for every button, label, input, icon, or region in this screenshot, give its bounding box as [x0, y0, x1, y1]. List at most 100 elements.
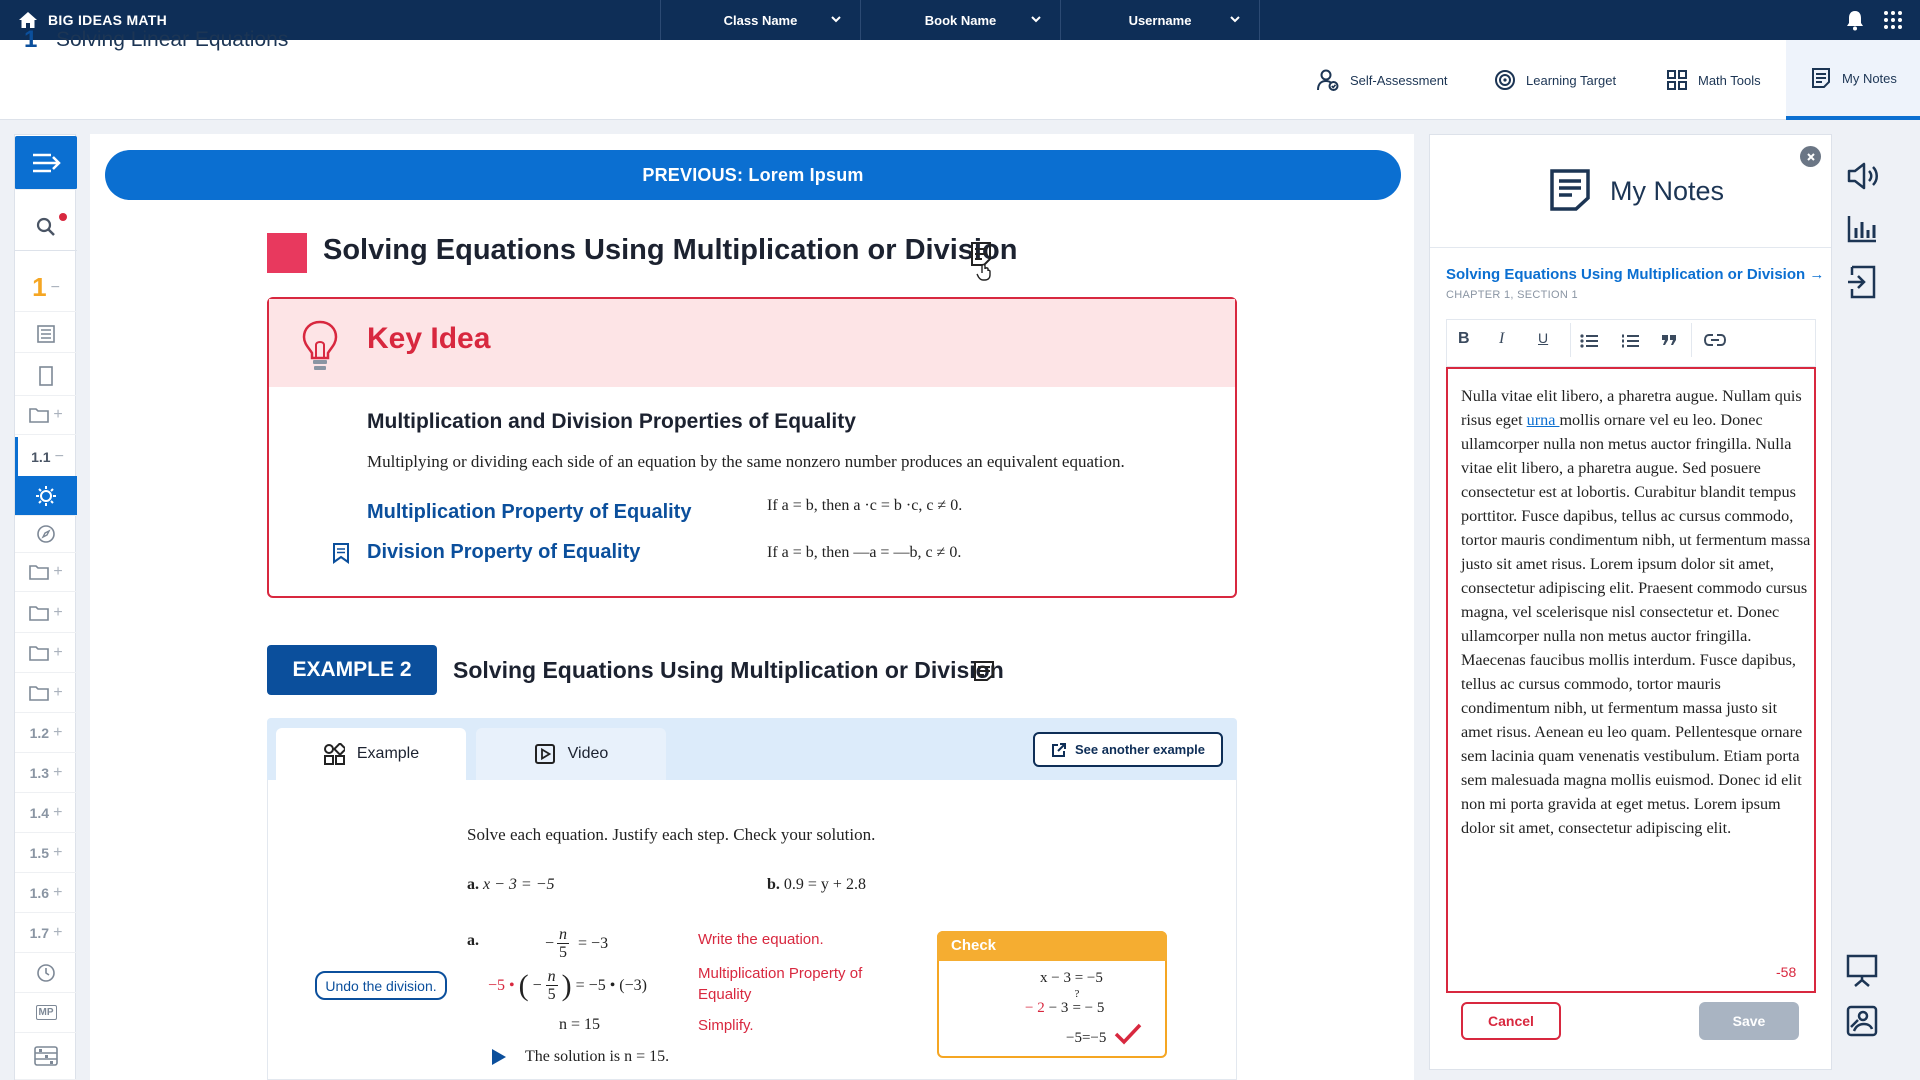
rail-item-section-1-2[interactable]: 1.2 + — [15, 713, 77, 753]
rail-item-folder[interactable]: + — [15, 395, 77, 435]
step-simplify: Simplify. — [698, 1017, 754, 1034]
rail-item-menu-collapse[interactable] — [15, 136, 77, 190]
cancel-button[interactable]: Cancel — [1461, 1002, 1561, 1040]
expand-icon[interactable]: + — [53, 924, 62, 942]
properties-title: Multiplication and Division Properties o… — [367, 410, 856, 433]
work-line2-right: = −5 • (−3) — [575, 976, 647, 994]
rail-item-abacus[interactable] — [15, 1033, 77, 1080]
tab-video[interactable]: Video — [476, 728, 666, 780]
expand-icon[interactable]: + — [53, 724, 62, 742]
rail-item-section-1-6[interactable]: 1.6 + — [15, 873, 77, 913]
apps-grid-icon[interactable] — [1883, 10, 1903, 30]
expand-icon[interactable]: + — [53, 764, 62, 782]
check-line-3: −5=−5 — [1066, 1030, 1107, 1046]
multiplication-property-link[interactable]: Multiplication Property of Equality — [367, 501, 691, 524]
expand-icon[interactable]: + — [53, 406, 62, 424]
previous-button[interactable]: PREVIOUS: Lorem Ipsum — [105, 150, 1401, 200]
bulleted-list-icon[interactable] — [1580, 334, 1598, 348]
notes-section-link[interactable]: Solving Equations Using Multiplication o… — [1446, 266, 1824, 283]
arrow-right-icon: → — [1809, 266, 1825, 283]
expand-icon[interactable]: + — [53, 804, 62, 822]
quote-icon[interactable] — [1661, 333, 1677, 347]
work-label: a. — [467, 932, 479, 949]
username-select[interactable]: Username — [1060, 0, 1260, 40]
link-icon[interactable] — [1704, 333, 1726, 347]
rail-item-label: 1.4 — [29, 804, 50, 821]
underline-button[interactable]: U — [1538, 330, 1548, 346]
folder-icon — [29, 564, 50, 580]
class-name-select[interactable]: Class Name — [660, 0, 860, 40]
save-button[interactable]: Save — [1699, 1002, 1799, 1040]
collapse-icon[interactable]: − — [55, 448, 64, 466]
lightbulb-icon — [300, 319, 340, 373]
expand-icon[interactable]: + — [53, 884, 62, 902]
note-text-rest: mollis ornare vel eu leo. Donec ullamcor… — [1461, 411, 1811, 837]
add-note-icon[interactable] — [973, 660, 995, 682]
undo-division-hint[interactable]: Undo the division. — [315, 971, 447, 1000]
folder-icon — [29, 605, 50, 621]
tab-math-tools-label: Math Tools — [1698, 72, 1761, 88]
rail-item-folder[interactable]: + — [15, 593, 77, 633]
audio-icon[interactable] — [1846, 161, 1878, 191]
presentation-icon[interactable] — [1846, 954, 1878, 988]
note-text[interactable]: Nulla vitae elit libero, a pharetra augu… — [1461, 384, 1811, 840]
close-icon[interactable] — [1800, 146, 1821, 167]
numbered-list-icon[interactable] — [1621, 334, 1639, 348]
rail-item-section-1-7[interactable]: 1.7 + — [15, 913, 77, 953]
rail-item-sun[interactable] — [15, 476, 77, 516]
rail-item-compass[interactable] — [15, 515, 77, 553]
bold-button[interactable]: B — [1458, 330, 1470, 348]
example-title: Solving Equations Using Multiplication o… — [453, 657, 1004, 683]
rail-item-mp[interactable]: MP — [15, 993, 77, 1033]
rail-item-list[interactable] — [15, 315, 77, 353]
rail-item-search[interactable] — [15, 203, 77, 251]
expand-icon[interactable]: + — [53, 844, 62, 862]
tab-my-notes[interactable]: My Notes — [1786, 40, 1920, 120]
whiteboard-icon[interactable] — [1846, 1005, 1878, 1037]
rail-item-section-1-5[interactable]: 1.5 + — [15, 833, 77, 873]
expand-icon[interactable]: + — [53, 563, 62, 581]
shapes-icon — [323, 743, 345, 765]
solution-text: The solution is n = 15. — [525, 1048, 670, 1065]
rail-item-folder[interactable]: + — [15, 552, 77, 592]
equation-b-text: 0.9 = y + 2.8 — [783, 876, 866, 893]
rail-item-section-1-4[interactable]: 1.4 + — [15, 793, 77, 833]
brand-label: BIG IDEAS MATH — [48, 12, 168, 28]
bell-icon[interactable] — [1844, 9, 1866, 31]
bookmark-icon[interactable] — [332, 542, 350, 564]
tab-learning-target[interactable]: Learning Target — [1494, 40, 1616, 120]
rail-item-page[interactable] — [15, 356, 77, 396]
add-note-icon[interactable] — [969, 241, 995, 281]
rail-item-folder[interactable]: + — [15, 633, 77, 673]
rail-item-section-1[interactable]: 1− — [15, 264, 77, 312]
italic-button[interactable]: I — [1499, 330, 1504, 348]
tab-math-tools[interactable]: Math Tools — [1666, 40, 1761, 120]
expand-icon[interactable]: + — [53, 604, 62, 622]
bar-chart-icon[interactable] — [1846, 214, 1878, 244]
notes-title: My Notes — [1610, 176, 1725, 206]
notes-icon — [1810, 67, 1832, 89]
note-inline-link[interactable]: urna — [1527, 411, 1560, 429]
rail-item-folder[interactable]: + — [15, 673, 77, 713]
rail-item-section-1-3[interactable]: 1.3 + — [15, 753, 77, 793]
tab-example[interactable]: Example — [276, 728, 466, 780]
assignment-icon[interactable] — [1846, 265, 1878, 299]
division-property-formula: If a = b, then —a = —b, c ≠ 0. — [767, 544, 962, 561]
tab-self-assessment[interactable]: Self-Assessment — [1316, 40, 1448, 120]
collapse-icon[interactable]: − — [51, 279, 60, 297]
tab-my-notes-label: My Notes — [1842, 70, 1897, 86]
expand-icon[interactable]: + — [53, 684, 62, 702]
username-label: Username — [1128, 12, 1192, 28]
expand-icon[interactable]: + — [53, 644, 62, 662]
section-title: Solving Equations Using Multiplication o… — [323, 234, 1018, 266]
work-line-2: −5 • ( − n5 ) = −5 • (−3) — [488, 968, 647, 1003]
rail-item-section-1-1[interactable]: 1.1− — [15, 437, 77, 477]
see-another-example-button[interactable]: See another example — [1033, 732, 1223, 767]
check-title: Check — [937, 931, 1167, 961]
menu-collapse-icon — [31, 151, 61, 175]
book-name-select[interactable]: Book Name — [860, 0, 1060, 40]
rail-item-history[interactable] — [15, 953, 77, 993]
see-another-example-label: See another example — [1074, 742, 1206, 757]
check-line2-minus: − 3 — [1048, 1000, 1069, 1016]
division-property-link[interactable]: Division Property of Equality — [367, 541, 640, 564]
